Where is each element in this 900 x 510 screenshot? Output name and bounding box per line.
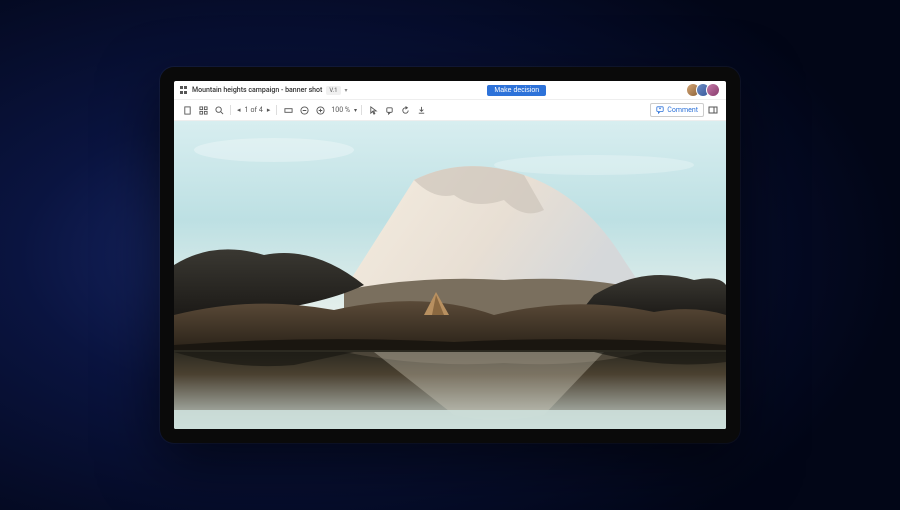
comment-label: Comment <box>667 106 698 114</box>
zoom-in-icon[interactable] <box>313 103 327 117</box>
total-pages: 4 <box>259 106 263 114</box>
apps-icon[interactable] <box>180 86 188 94</box>
search-icon[interactable] <box>212 103 226 117</box>
fit-width-icon[interactable] <box>281 103 295 117</box>
mountain-image <box>174 121 726 429</box>
prev-page-icon[interactable]: ◂ <box>235 106 243 114</box>
zoom-level[interactable]: 100 % <box>329 106 352 114</box>
page-navigator: ◂ 1 of 4 ▸ <box>235 106 272 114</box>
app-window: Mountain heights campaign - banner shot … <box>174 81 726 429</box>
single-page-icon[interactable] <box>180 103 194 117</box>
divider <box>361 105 362 115</box>
image-viewport[interactable] <box>174 121 726 429</box>
chevron-down-icon[interactable]: ▾ <box>345 87 348 94</box>
background: Mountain heights campaign - banner shot … <box>0 0 900 510</box>
collaborator-avatars <box>686 83 720 97</box>
title-bar: Mountain heights campaign - banner shot … <box>174 81 726 100</box>
current-page: 1 <box>245 106 249 114</box>
divider <box>230 105 231 115</box>
next-page-icon[interactable]: ▸ <box>265 106 273 114</box>
comment-button[interactable]: Comment <box>650 103 704 117</box>
rotate-icon[interactable] <box>398 103 412 117</box>
chevron-down-icon[interactable]: ▾ <box>354 107 357 114</box>
document-title[interactable]: Mountain heights campaign - banner shot <box>192 86 322 94</box>
make-decision-button[interactable]: Make decision <box>487 85 546 96</box>
grid-view-icon[interactable] <box>196 103 210 117</box>
divider <box>276 105 277 115</box>
download-icon[interactable] <box>414 103 428 117</box>
comment-icon <box>656 106 664 114</box>
zoom-out-icon[interactable] <box>297 103 311 117</box>
pointer-icon[interactable] <box>366 103 380 117</box>
avatar[interactable] <box>706 83 720 97</box>
tablet-frame: Mountain heights campaign - banner shot … <box>160 67 740 443</box>
annotate-icon[interactable] <box>382 103 396 117</box>
version-badge[interactable]: V.1 <box>326 86 340 95</box>
toolbar: ◂ 1 of 4 ▸ 100 % ▾ <box>174 100 726 121</box>
panel-icon[interactable] <box>706 103 720 117</box>
pager-separator: of <box>250 106 256 114</box>
